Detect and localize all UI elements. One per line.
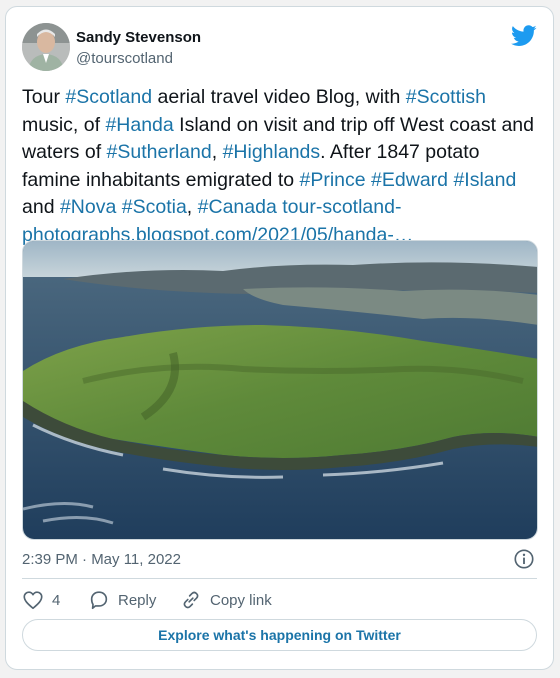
reply-label: Reply [118,591,157,609]
tweet-link[interactable]: #Scottish [406,86,486,108]
display-name[interactable]: Sandy Stevenson [76,29,201,46]
tweet-link[interactable]: #Nova [60,196,116,218]
copy-link-button[interactable]: Copy link [180,587,272,613]
tweet-link[interactable]: #Handa [105,114,173,136]
divider [22,578,537,579]
tweet-link[interactable]: #Island [453,169,516,191]
like-count: 4 [52,591,61,609]
tweet-header: Sandy Stevenson @tourscotland [6,7,553,81]
tweet-link[interactable]: #Edward [371,169,448,191]
tweet-text-segment: , [211,141,223,163]
aerial-island-photo [23,241,537,539]
reply-button[interactable]: Reply [88,587,156,613]
twitter-bird-icon[interactable] [511,25,537,47]
tweet-text: Tour #Scotland aerial travel video Blog,… [22,84,542,249]
tweet-card: Sandy Stevenson @tourscotland Tour #Scot… [5,6,554,670]
tweet-actions: 4 Reply Copy link [22,587,522,613]
copy-link-label: Copy link [210,591,272,609]
info-icon[interactable] [513,548,535,570]
tweet-text-segment: and [22,196,60,218]
tweet-media-image[interactable] [22,240,538,540]
tweet-link[interactable]: #Highlands [223,141,321,163]
explore-twitter-button[interactable]: Explore what's happening on Twitter [22,619,537,651]
tweet-timestamp[interactable]: 2:39 PM · May 11, 2022 [22,551,181,568]
avatar[interactable] [22,23,70,71]
tweet-text-segment: , [186,196,198,218]
tweet-link[interactable]: #Scotia [122,196,187,218]
tweet-text-segment: aerial travel video Blog, with [152,86,406,108]
tweet-link[interactable]: #Scotland [65,86,152,108]
avatar-photo [22,23,70,71]
heart-icon [23,591,43,610]
tweet-link[interactable]: #Canada [198,196,277,218]
user-handle[interactable]: @tourscotland [76,50,173,67]
tweet-link[interactable]: #Sutherland [107,141,212,163]
speech-bubble-icon [90,591,108,610]
tweet-text-segment: music, of [22,113,106,136]
tweet-link[interactable]: #Prince [300,169,366,191]
tweet-text-segment: Tour [22,86,66,108]
like-button[interactable]: 4 [22,587,60,613]
link-chain-icon [183,591,199,609]
